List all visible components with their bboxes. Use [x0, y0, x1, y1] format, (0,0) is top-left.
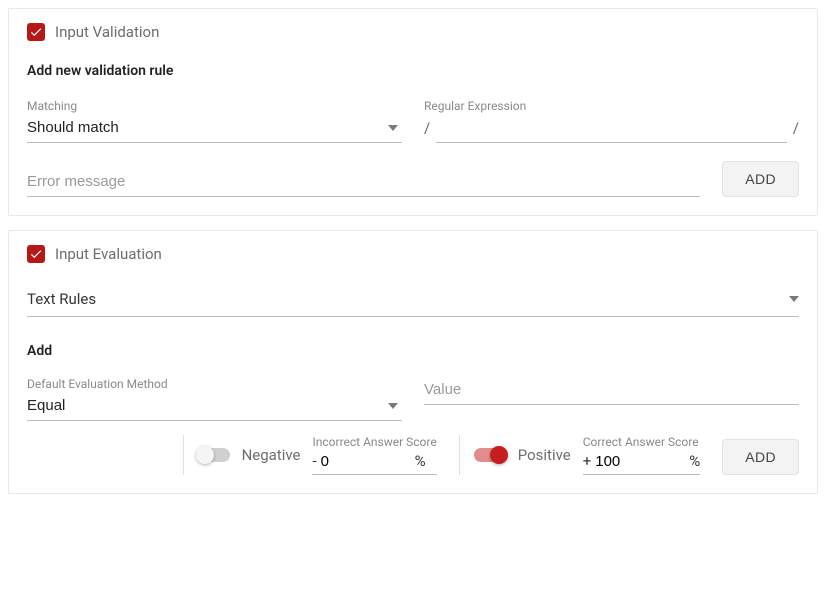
- correct-score-field: Correct Answer Score + %: [583, 435, 701, 475]
- add-validation-button[interactable]: ADD: [722, 161, 799, 197]
- method-label: Default Evaluation Method: [27, 377, 402, 391]
- method-field: Default Evaluation Method: [27, 377, 402, 421]
- panel-title: Input Evaluation: [55, 245, 162, 263]
- positive-label: Positive: [518, 446, 571, 464]
- incorrect-score-wrap: - %: [312, 451, 436, 475]
- check-icon: [29, 247, 43, 261]
- toggle-knob: [490, 446, 508, 464]
- validation-bottom-row: ADD: [27, 161, 799, 197]
- correct-score-label: Correct Answer Score: [583, 435, 701, 449]
- positive-sign: +: [583, 452, 592, 474]
- negative-toggle[interactable]: [198, 448, 230, 462]
- input-evaluation-panel: Input Evaluation Text Rules Add Default …: [8, 230, 818, 494]
- input-validation-panel: Input Validation Add new validation rule…: [8, 8, 818, 216]
- value-input[interactable]: [424, 377, 799, 405]
- negative-group: Negative Incorrect Answer Score - %: [183, 435, 437, 475]
- incorrect-score-label: Incorrect Answer Score: [312, 435, 436, 449]
- negative-label: Negative: [242, 446, 301, 464]
- regex-slash-open: /: [424, 119, 430, 143]
- regex-label: Regular Expression: [424, 99, 799, 113]
- input-validation-checkbox[interactable]: [27, 23, 45, 41]
- incorrect-score-field: Incorrect Answer Score - %: [312, 435, 436, 475]
- regex-input[interactable]: [436, 115, 787, 142]
- correct-score-input[interactable]: [595, 451, 685, 474]
- positive-group: Positive Correct Answer Score + %: [459, 435, 701, 475]
- percent-icon: %: [689, 452, 700, 474]
- panel-header: Input Validation: [27, 23, 799, 41]
- eval-row: Default Evaluation Method: [27, 377, 799, 421]
- percent-icon: %: [415, 452, 426, 474]
- score-row: Negative Incorrect Answer Score - % Posi…: [27, 435, 799, 475]
- panel-header: Input Evaluation: [27, 245, 799, 263]
- value-field: [424, 377, 799, 421]
- matching-label: Matching: [27, 99, 402, 113]
- matching-field: Matching: [27, 99, 402, 143]
- negative-sign: -: [312, 452, 316, 474]
- check-icon: [29, 25, 43, 39]
- method-select[interactable]: [27, 393, 402, 421]
- matching-select[interactable]: [27, 115, 402, 143]
- toggle-knob: [196, 446, 214, 464]
- input-evaluation-checkbox[interactable]: [27, 245, 45, 263]
- positive-toggle[interactable]: [474, 448, 506, 462]
- chevron-down-icon: [789, 287, 799, 306]
- incorrect-score-input[interactable]: [321, 451, 411, 474]
- add-evaluation-button[interactable]: ADD: [722, 439, 799, 475]
- add-label: Add: [27, 343, 799, 359]
- rules-type-value: Text Rules: [27, 290, 96, 308]
- panel-title: Input Validation: [55, 23, 159, 41]
- error-message-input[interactable]: [27, 169, 700, 197]
- regex-input-wrap: / /: [424, 115, 799, 143]
- regex-field: Regular Expression / /: [424, 99, 799, 143]
- regex-slash-close: /: [793, 119, 799, 143]
- rules-type-select[interactable]: Text Rules: [27, 285, 799, 317]
- validation-row-1: Matching Regular Expression / /: [27, 99, 799, 143]
- validation-subheading: Add new validation rule: [27, 63, 799, 79]
- correct-score-wrap: + %: [583, 451, 701, 475]
- error-field: [27, 169, 700, 197]
